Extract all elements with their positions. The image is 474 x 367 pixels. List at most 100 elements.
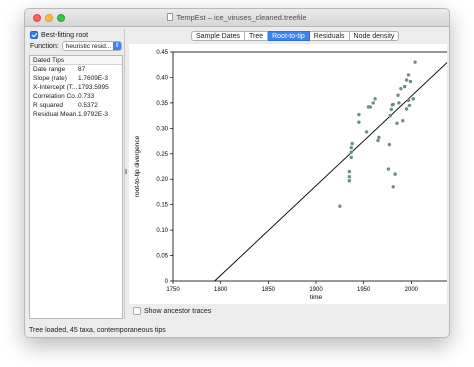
tab-residuals[interactable]: Residuals <box>309 31 350 41</box>
row-value: 1793.5995 <box>78 84 109 91</box>
panel-splitter[interactable] <box>124 29 127 319</box>
data-point[interactable] <box>387 142 392 147</box>
splitter-handle-icon <box>125 169 127 174</box>
data-point[interactable] <box>407 103 412 108</box>
function-label: Function: <box>30 42 59 50</box>
data-point[interactable] <box>404 107 409 111</box>
row-key: Correlation Co... <box>33 93 78 100</box>
data-point[interactable] <box>388 113 393 118</box>
chevron-updown-icon: ⇕ <box>112 42 121 50</box>
row-value: 1.9792E-3 <box>78 111 108 118</box>
checkmark-icon <box>31 31 37 38</box>
y-tick-label: 0.35 <box>156 101 168 107</box>
table-row: R squared 0.5372 <box>30 101 122 110</box>
data-point[interactable] <box>386 167 391 171</box>
data-point[interactable] <box>413 60 417 64</box>
data-point[interactable] <box>408 79 413 84</box>
data-point[interactable] <box>406 98 411 103</box>
x-tick-label: 1850 <box>262 287 276 293</box>
ancestor-traces-checkbox[interactable] <box>133 307 141 315</box>
data-point[interactable] <box>364 130 369 134</box>
ancestor-traces-label: Show ancestor traces <box>144 307 212 315</box>
data-point[interactable] <box>393 172 397 176</box>
data-point[interactable] <box>349 155 353 160</box>
best-fitting-root-checkbox[interactable] <box>30 31 38 39</box>
y-tick-label: 0.40 <box>156 75 168 81</box>
data-point[interactable] <box>396 93 400 97</box>
data-point[interactable] <box>350 141 354 146</box>
tab-sample-dates[interactable]: Sample Dates <box>191 31 245 41</box>
x-tick-label: 2000 <box>405 287 419 293</box>
document-icon <box>167 13 174 21</box>
best-fitting-root-label: Best-fitting root <box>41 31 89 39</box>
data-point[interactable] <box>376 138 380 143</box>
left-panel: Best-fitting root Function: heuristic re… <box>29 29 123 319</box>
y-tick-label: 0.30 <box>156 126 168 132</box>
status-bar: Tree loaded, 45 taxa, contemporaneous ti… <box>29 327 166 334</box>
tab-node-density[interactable]: Node density <box>349 31 400 41</box>
app-window: TempEst – ice_viruses_cleaned.treefile B… <box>24 8 450 338</box>
row-key: Date range <box>33 66 66 73</box>
y-axis-label: root-to-tip divergence <box>134 135 141 197</box>
data-point[interactable] <box>391 102 395 107</box>
data-point[interactable] <box>389 107 394 112</box>
table-header: Dated Tips <box>30 56 122 65</box>
tab-tree[interactable]: Tree <box>244 31 269 41</box>
data-point[interactable] <box>397 101 401 105</box>
row-value: 1.7609E-3 <box>78 75 108 82</box>
x-tick-label: 1900 <box>309 287 323 293</box>
x-axis-label: time <box>310 294 323 301</box>
data-point[interactable] <box>347 174 352 179</box>
data-point[interactable] <box>406 73 411 77</box>
table-row: X-Intercept (T... 1793.5995 <box>30 83 122 92</box>
data-point[interactable] <box>401 119 405 123</box>
data-point[interactable] <box>411 97 415 101</box>
row-key: Residual Mean... <box>33 111 78 118</box>
data-point[interactable] <box>404 78 409 82</box>
plot-area: 0 0.05 0.10 0.15 0.20 0.25 0.30 0.35 0.40 0.45 17… <box>129 44 449 304</box>
data-point[interactable] <box>395 121 399 125</box>
row-value: 0.5372 <box>78 102 98 109</box>
data-point[interactable] <box>368 105 373 109</box>
y-tick-label: 0.15 <box>156 203 168 209</box>
root-to-tip-chart[interactable]: 0 0.05 0.10 0.15 0.20 0.25 0.30 0.35 0.40 0.45 17… <box>129 44 449 304</box>
data-point[interactable] <box>347 179 352 183</box>
data-point[interactable] <box>402 84 407 89</box>
y-tick-label: 0 <box>165 279 169 285</box>
data-point[interactable] <box>373 97 377 101</box>
y-tick-label: 0.10 <box>156 228 168 234</box>
data-point[interactable] <box>371 101 375 105</box>
x-tick-label: 1950 <box>357 287 371 293</box>
y-tick-label: 0.20 <box>156 177 168 183</box>
ancestor-traces-option[interactable]: Show ancestor traces <box>133 307 211 315</box>
data-points <box>338 60 417 208</box>
data-point[interactable] <box>377 135 381 140</box>
window-title: TempEst – ice_viruses_cleaned.treefile <box>176 13 307 22</box>
data-point[interactable] <box>349 150 353 154</box>
x-tick-label: 1800 <box>214 287 228 293</box>
table-row: Correlation Co... 0.733 <box>30 92 122 101</box>
table-row: Residual Mean... 1.9792E-3 <box>30 110 122 119</box>
data-point[interactable] <box>399 86 403 91</box>
row-value: 0.733 <box>78 93 95 100</box>
data-point[interactable] <box>391 185 395 189</box>
row-key: Slope (rate) <box>33 75 67 82</box>
view-tabs: Sample Dates Tree Root-to-tip Residuals … <box>191 31 400 41</box>
dated-tips-table: Dated Tips Date range 87 Slope (rate) 1.… <box>29 55 123 319</box>
data-point[interactable] <box>357 120 361 124</box>
y-tick-label: 0.25 <box>156 152 168 158</box>
function-row: Function: heuristic resid... ⇕ <box>30 41 122 51</box>
data-point[interactable] <box>338 204 342 208</box>
data-point[interactable] <box>347 169 352 174</box>
y-tick-label: 0.45 <box>156 50 168 56</box>
best-fitting-root-option[interactable]: Best-fitting root <box>30 31 88 39</box>
function-select[interactable]: heuristic resid... ⇕ <box>61 41 122 51</box>
window-title-wrap: TempEst – ice_viruses_cleaned.treefile <box>25 13 449 22</box>
data-point[interactable] <box>349 145 353 150</box>
x-tick-label: 1750 <box>166 287 180 293</box>
y-tick-label: 0.05 <box>156 254 168 260</box>
regression-line <box>214 60 449 282</box>
row-key: X-Intercept (T... <box>33 84 78 91</box>
data-point[interactable] <box>357 112 361 117</box>
tab-root-to-tip[interactable]: Root-to-tip <box>268 31 310 41</box>
